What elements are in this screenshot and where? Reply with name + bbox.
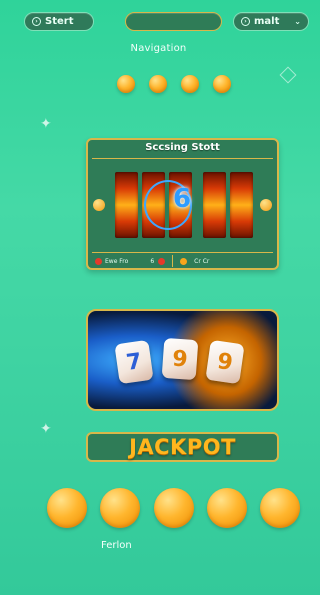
slot-footer-right: Cr Cr [194,257,210,265]
coin-icon [180,257,188,265]
nav-dot[interactable] [181,75,199,93]
bottom-coin-button[interactable] [207,488,247,528]
divider [92,158,273,159]
slot-footer-left: Ewe Fro [105,257,129,265]
status-dot-icon [95,257,102,265]
die-face: 9 [171,345,189,373]
status-dot-icon [158,257,166,265]
jackpot-banner[interactable]: JACKPOT [86,432,279,462]
nav-dot[interactable] [117,75,135,93]
sparkle-icon [279,66,297,84]
circle-arrow-icon: › [241,17,250,26]
reel-symbol: 6 [173,184,192,214]
bottom-coin-button[interactable] [100,488,140,528]
center-header-pill[interactable] [125,12,222,31]
bottom-label: Ferlon [101,540,132,551]
slot-reel [203,172,226,238]
die: 9 [205,339,245,385]
menu-dropdown[interactable]: › malt ⌄ [233,12,309,31]
slot-reel [230,172,253,238]
nav-dot[interactable] [213,75,231,93]
bottom-coin-button[interactable] [47,488,87,528]
reel-symbol-left [144,187,148,212]
start-label: Stert [45,16,74,27]
chevron-down-icon: ⌄ [294,17,301,26]
nav-dot[interactable] [149,75,167,93]
bottom-coin-button[interactable] [154,488,194,528]
die-face: 9 [215,348,235,376]
menu-dropdown-label: malt [254,16,280,27]
start-button[interactable]: › Stert [24,12,94,31]
slot-machine-title: Sccsing Stott [145,142,220,153]
divider [172,255,174,267]
slot-status-bar: Ewe Fro 6 Cr Cr [92,252,273,269]
game-screen: { "top_bar": { "start_label": "Stert", "… [0,0,317,595]
slot-footer-mid: 6 [150,257,155,265]
die-face: 7 [124,348,144,376]
slot-machine-panel[interactable]: Sccsing Stott 6 Ewe Fro 6 Cr Cr [86,138,279,270]
jackpot-label: JACKPOT [129,435,236,459]
die: 9 [161,337,199,381]
slot-reel [115,172,138,238]
navigation-title: Navigation [130,43,187,54]
slot-right-knob[interactable] [260,199,272,211]
dice-panel[interactable]: 7 9 9 [86,309,279,411]
bottom-coin-button[interactable] [260,488,300,528]
circle-arrow-icon: › [32,17,41,26]
sparkle-icon: ✦ [40,421,52,437]
sparkle-icon: ✦ [40,116,52,132]
die: 7 [114,339,154,385]
slot-left-knob[interactable] [93,199,105,211]
